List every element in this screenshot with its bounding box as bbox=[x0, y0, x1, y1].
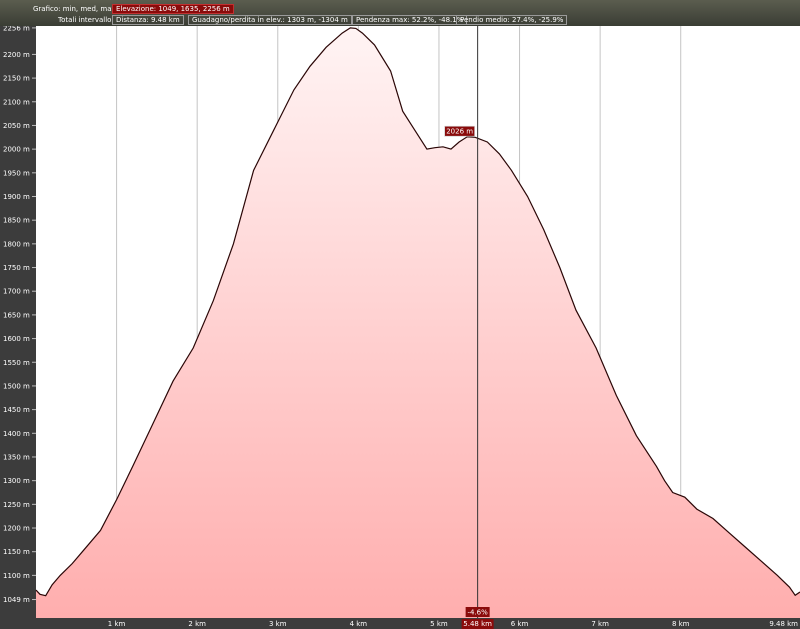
x-tick-label: 8 km bbox=[672, 620, 690, 628]
x-tick-label: 3 km bbox=[269, 620, 287, 628]
statistics-header: Grafico: min, med, max Elevazione: 1049,… bbox=[0, 0, 800, 26]
x-tick-label: 4 km bbox=[350, 620, 368, 628]
y-tick-label: 1100 m bbox=[3, 572, 30, 580]
x-tick-label: 9.48 km bbox=[769, 620, 798, 628]
y-tick-label: 1450 m bbox=[3, 406, 30, 414]
y-tick-label: 1250 m bbox=[3, 501, 30, 509]
gain-loss-stat: Guadagno/perdita in elev.: 1303 m, -1304… bbox=[188, 15, 352, 25]
avg-slope-stat: Pendio medio: 27.4%, -25.9% bbox=[456, 15, 568, 25]
y-tick-label: 1850 m bbox=[3, 217, 30, 225]
y-tick-label: 1200 m bbox=[3, 525, 30, 533]
y-tick-label: 2150 m bbox=[3, 75, 30, 83]
x-tick-label: 1 km bbox=[108, 620, 126, 628]
y-tick-label: 1600 m bbox=[3, 335, 30, 343]
y-tick-label: 2050 m bbox=[3, 122, 30, 130]
y-tick-label: 1800 m bbox=[3, 240, 30, 248]
cursor-slope-label: -4.6% bbox=[467, 609, 488, 617]
y-tick-label: 2100 m bbox=[3, 98, 30, 106]
distance-stat: Distanza: 9.48 km bbox=[112, 15, 184, 25]
y-axis-panel bbox=[0, 26, 36, 629]
y-tick-label: 1750 m bbox=[3, 264, 30, 272]
y-tick-label: 1350 m bbox=[3, 453, 30, 461]
x-tick-label: 5 km bbox=[430, 620, 448, 628]
y-tick-label: 1150 m bbox=[3, 548, 30, 556]
y-tick-label: 1650 m bbox=[3, 311, 30, 319]
y-tick-label: 1300 m bbox=[3, 477, 30, 485]
y-tick-label: 1500 m bbox=[3, 382, 30, 390]
x-tick-label: 6 km bbox=[511, 620, 529, 628]
y-tick-label: 1900 m bbox=[3, 193, 30, 201]
x-tick-label: 7 km bbox=[591, 620, 609, 628]
elevation-profile-chart[interactable]: 1049 m 1100 m 1150 m 1200 m 1250 m 1300 m 1350… bbox=[0, 0, 800, 629]
max-slope-stat: Pendenza max: 52.2%, -48.1% bbox=[352, 15, 468, 25]
y-tick-label: 1950 m bbox=[3, 169, 30, 177]
y-tick-label: 1049 m bbox=[3, 596, 30, 604]
graph-label: Grafico: min, med, max bbox=[33, 5, 116, 13]
cursor-value-label: 2026 m bbox=[446, 128, 473, 136]
elevation-stats: Elevazione: 1049, 1635, 2256 m bbox=[112, 4, 234, 14]
y-tick-label: 2000 m bbox=[3, 146, 30, 154]
x-tick-label: 2 km bbox=[188, 620, 206, 628]
cursor-x-label: 5.48 km bbox=[463, 620, 492, 628]
y-tick-label: 1400 m bbox=[3, 430, 30, 438]
y-tick-label: 2200 m bbox=[3, 51, 30, 59]
y-tick-label: 1550 m bbox=[3, 359, 30, 367]
y-tick-label: 1700 m bbox=[3, 288, 30, 296]
totals-label: Totali intervallo: bbox=[58, 16, 114, 24]
